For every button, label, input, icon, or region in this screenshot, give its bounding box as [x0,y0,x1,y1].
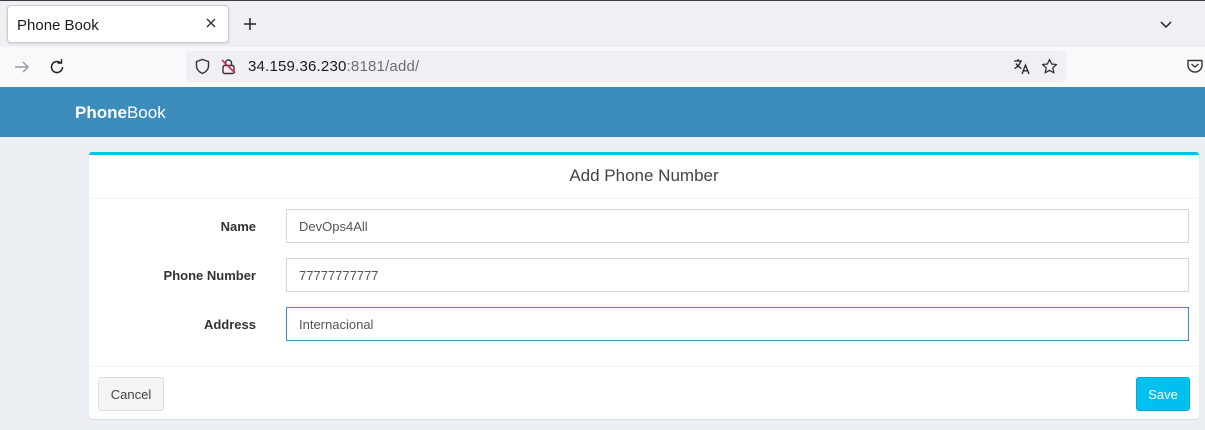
browser-tab-strip: Phone Book [0,0,1205,47]
cancel-button[interactable]: Cancel [98,377,164,411]
insecure-lock-icon[interactable] [220,58,237,75]
brand-rest: Book [126,103,166,122]
forward-arrow-icon[interactable] [12,57,32,77]
browser-nav-bar: 34.159.36.230:8181/add/ [0,47,1205,87]
browser-tab[interactable]: Phone Book [7,5,229,43]
phone-number-row: Phone Number [89,258,1199,292]
name-row: Name [89,209,1199,243]
form-title: Add Phone Number [569,166,719,185]
box-header: Add Phone Number [89,155,1199,199]
url-bar[interactable]: 34.159.36.230:8181/add/ [186,51,1066,82]
save-button[interactable]: Save [1136,377,1190,411]
new-tab-icon[interactable] [241,15,259,33]
phone-number-input[interactable] [286,258,1189,292]
reload-icon[interactable] [47,57,67,77]
chevron-down-icon[interactable] [1158,16,1174,32]
add-phone-form-box: Add Phone Number Name Phone Number Addre… [89,152,1199,419]
app-header: PhoneBook [0,87,1205,137]
brand-bold: Phone [75,103,127,122]
tab-title: Phone Book [17,17,99,34]
translate-icon[interactable] [1013,58,1030,75]
url-text[interactable]: 34.159.36.230:8181/add/ [248,58,419,75]
pocket-icon[interactable] [1186,57,1205,77]
name-input[interactable] [286,209,1189,243]
url-path: :8181/add/ [346,58,420,75]
url-host: 34.159.36.230 [248,58,347,75]
phone-number-label: Phone Number [163,268,256,283]
app-logo[interactable]: PhoneBook [75,103,166,123]
address-input[interactable] [286,307,1189,341]
close-tab-icon[interactable] [203,15,219,31]
bookmark-star-icon[interactable] [1041,58,1058,75]
address-label: Address [203,317,256,332]
shield-icon[interactable] [194,58,211,75]
address-row: Address [89,307,1199,341]
box-footer: Cancel Save [89,366,1199,420]
name-label: Name [220,219,256,234]
